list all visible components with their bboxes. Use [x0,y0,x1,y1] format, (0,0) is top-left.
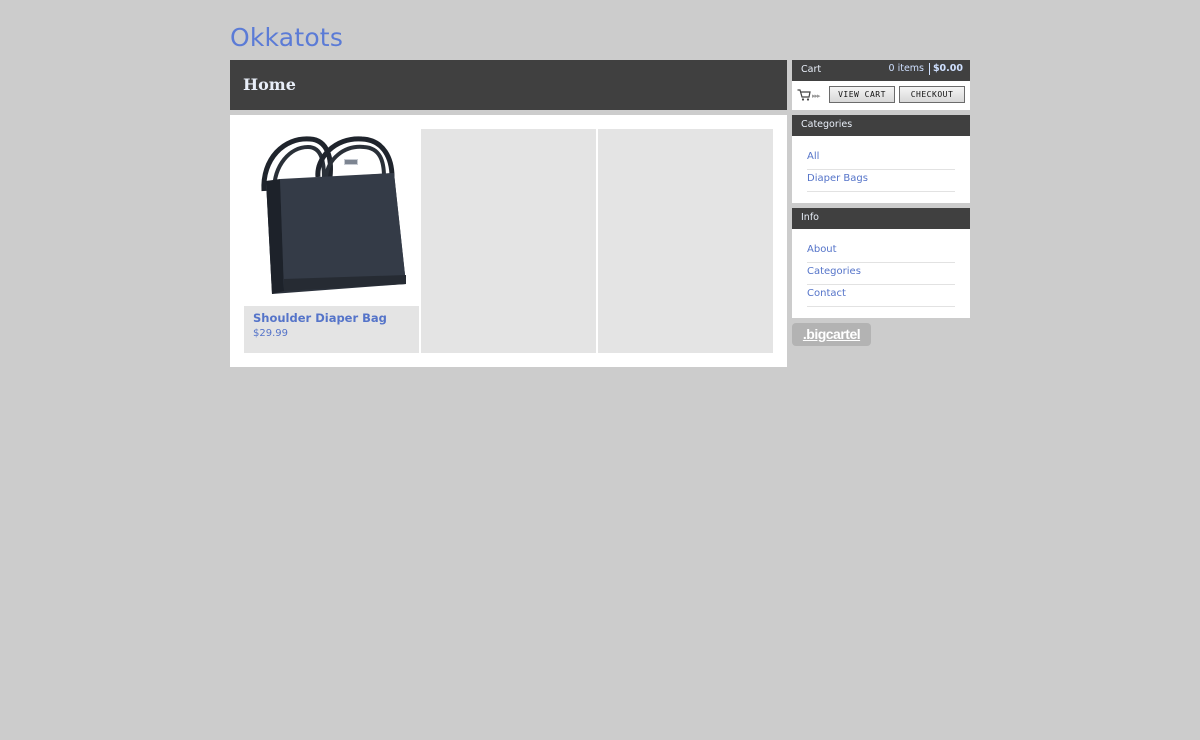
categories-list: All Diaper Bags [792,136,970,203]
page-header: Home [230,60,787,110]
arrow-icons: ▸▸▸ [812,92,820,100]
checkout-button[interactable]: CHECKOUT [899,86,965,103]
cart-bar: Cart 0 items $0.00 [792,60,970,81]
info-title: Info [801,212,819,223]
info-link-contact[interactable]: Contact [807,288,846,299]
info-link-about[interactable]: About [807,244,837,255]
info-header: Info [792,208,970,229]
shoulder-bag-image [261,136,406,294]
product-grid: Shoulder Diaper Bag $29.99 [244,129,773,353]
list-item: Categories [807,263,955,285]
product-card[interactable]: Shoulder Diaper Bag $29.99 [244,129,419,353]
empty-product-slot [598,129,773,353]
list-item: About [807,241,955,263]
cart-divider [929,63,930,75]
categories-header: Categories [792,115,970,136]
info-list: About Categories Contact [792,229,970,318]
page: Okkatots Home Shoulder Diaper Bag $29.99… [0,0,1200,740]
category-link-diaper-bags[interactable]: Diaper Bags [807,173,868,184]
shopping-cart-icon [797,89,811,101]
category-link-all[interactable]: All [807,151,819,162]
cart-item-count: 0 items [888,63,924,74]
cart-actions: ▸▸▸ VIEW CART CHECKOUT [792,81,970,110]
list-item: Contact [807,285,955,307]
list-item: Diaper Bags [807,170,955,192]
view-cart-button[interactable]: VIEW CART [829,86,895,103]
product-area: Shoulder Diaper Bag $29.99 [230,115,787,367]
empty-product-slot [421,129,596,353]
cart-label: Cart [801,64,822,75]
list-item: All [807,148,955,170]
categories-title: Categories [801,119,853,130]
product-name[interactable]: Shoulder Diaper Bag [253,311,387,325]
info-link-categories[interactable]: Categories [807,266,861,277]
bigcartel-badge[interactable]: .bigcartel [792,323,871,346]
product-image[interactable] [244,129,419,304]
product-divider [244,304,419,306]
product-price: $29.99 [253,328,288,339]
store-title-link[interactable]: Okkatots [230,22,343,54]
cart-total: $0.00 [932,63,963,74]
page-title: Home [243,75,296,94]
